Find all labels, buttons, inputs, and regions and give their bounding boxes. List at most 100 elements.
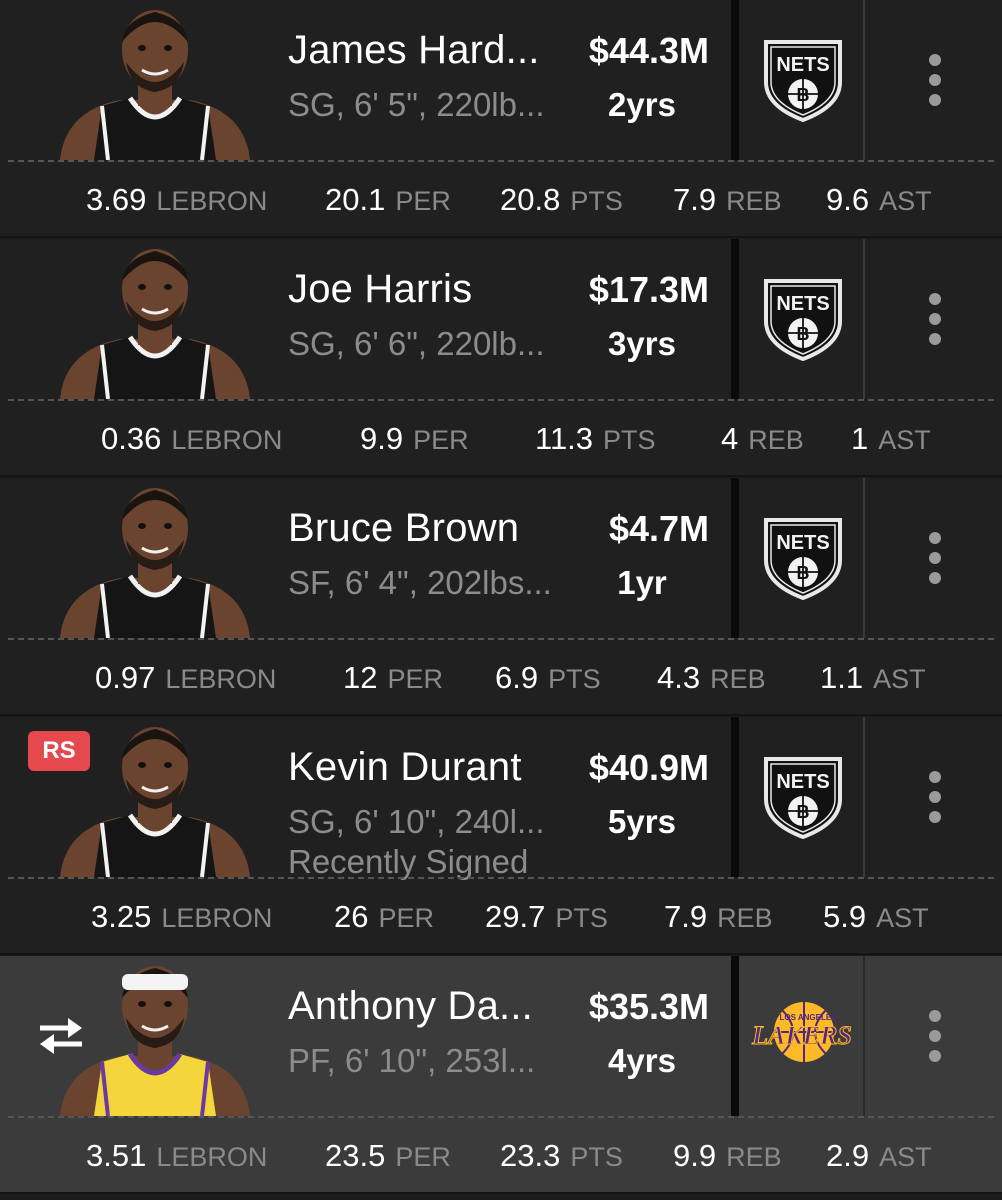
contract-salary: $4.7M [608, 508, 709, 549]
stat-value: 9.6 [826, 182, 870, 217]
menu-dot [929, 333, 941, 345]
column-divider [731, 478, 739, 638]
recently-signed-badge: RS [28, 731, 90, 771]
stat-ast: 1 AST [851, 421, 931, 457]
player-stats: 3.25 LEBRON 26 PER 29.7 PTS 7.9 REB 5.9 AST [0, 881, 1002, 953]
stats-separator [8, 638, 994, 640]
menu-dot [929, 532, 941, 544]
stat-lebron: 3.51 LEBRON [86, 1138, 267, 1174]
stat-lebron: 0.36 LEBRON [101, 421, 282, 457]
menu-dot [929, 1050, 941, 1062]
nets-logo: NETS B [762, 755, 844, 839]
stat-per: 9.9 PER [360, 421, 469, 457]
player-card[interactable]: Anthony Da... PF, 6' 10", 253l... $35.3M 4y… [0, 956, 1002, 1194]
contract-salary: $35.3M [588, 986, 709, 1027]
player-stats: 3.69 LEBRON 20.1 PER 20.8 PTS 7.9 REB 9.6 AST [0, 164, 1002, 236]
stat-label: AST [878, 425, 931, 455]
stats-separator [8, 877, 994, 879]
player-photo [50, 480, 260, 638]
menu-dot [929, 791, 941, 803]
stat-value: 12 [343, 660, 378, 695]
menu-dot [929, 94, 941, 106]
stats-separator [8, 399, 994, 401]
contract-years: 1yr [617, 564, 667, 601]
stat-reb: 4 REB [721, 421, 804, 457]
player-summary: Joe Harris SG, 6' 6", 220lb... $17.3M 3yrs … [0, 239, 1002, 399]
contract-years: 2yrs [608, 86, 676, 123]
menu-dot [929, 572, 941, 584]
stat-ast: 2.9 AST [826, 1138, 932, 1174]
vertical-dots-icon[interactable] [921, 532, 949, 584]
svg-text:B: B [797, 324, 810, 344]
player-stats: 3.51 LEBRON 23.5 PER 23.3 PTS 9.9 REB 2.9 AST [0, 1120, 1002, 1192]
menu-dot [929, 293, 941, 305]
stat-value: 3.69 [86, 182, 147, 217]
stat-label: PTS [570, 1142, 623, 1172]
vertical-dots-icon[interactable] [921, 771, 949, 823]
stat-value: 6.9 [495, 660, 539, 695]
column-divider [731, 717, 739, 877]
menu-dot [929, 1030, 941, 1042]
stat-label: LEBRON [171, 425, 283, 455]
stat-label: REB [710, 664, 766, 694]
player-card[interactable]: Joe Harris SG, 6' 6", 220lb... $17.3M 3yrs … [0, 239, 1002, 477]
player-details: SG, 6' 6", 220lb... [288, 325, 545, 362]
stat-pts: 20.8 PTS [500, 182, 623, 218]
stat-value: 20.8 [500, 182, 561, 217]
player-card[interactable]: James Hard... SG, 6' 5", 220lb... $44.3M 2y… [0, 0, 1002, 238]
stat-value: 4.3 [657, 660, 701, 695]
stat-label: PTS [548, 664, 601, 694]
stat-lebron: 3.69 LEBRON [86, 182, 267, 218]
contract-years: 4yrs [608, 1042, 676, 1079]
stat-per: 23.5 PER [325, 1138, 451, 1174]
contract-years: 3yrs [608, 325, 676, 362]
stat-label: PER [413, 425, 469, 455]
svg-text:NETS: NETS [776, 293, 829, 315]
menu-column [863, 478, 1002, 638]
stat-label: REB [717, 903, 773, 933]
stat-value: 2.9 [826, 1138, 870, 1173]
nets-logo: NETS B [762, 277, 844, 361]
stat-lebron: 0.97 LEBRON [95, 660, 276, 696]
menu-dot [929, 313, 941, 325]
menu-column [863, 239, 1002, 399]
stat-label: LEBRON [156, 186, 268, 216]
player-card[interactable]: RS Kevin Durant SG, 6' 10", 240l... Recentl… [0, 717, 1002, 955]
menu-column [863, 956, 1002, 1116]
player-stats: 0.36 LEBRON 9.9 PER 11.3 PTS 4 REB 1 AST [0, 403, 1002, 475]
menu-dot [929, 74, 941, 86]
stat-value: 7.9 [673, 182, 717, 217]
stat-ast: 9.6 AST [826, 182, 932, 218]
player-photo [50, 2, 260, 160]
player-summary: RS Kevin Durant SG, 6' 10", 240l... Recentl… [0, 717, 1002, 880]
contract-years: 5yrs [608, 803, 676, 840]
vertical-dots-icon[interactable] [921, 293, 949, 345]
stat-label: PTS [603, 425, 656, 455]
stats-separator [8, 160, 994, 162]
player-summary: James Hard... SG, 6' 5", 220lb... $44.3M 2y… [0, 0, 1002, 160]
column-divider [731, 0, 739, 160]
stat-label: LEBRON [156, 1142, 268, 1172]
stat-value: 23.3 [500, 1138, 561, 1173]
stat-value: 3.25 [91, 899, 152, 934]
contract-salary: $17.3M [588, 269, 709, 310]
stat-reb: 7.9 REB [664, 899, 773, 935]
stat-per: 20.1 PER [325, 182, 451, 218]
player-name: Bruce Brown [288, 506, 520, 550]
stat-per: 12 PER [343, 660, 443, 696]
stat-reb: 9.9 REB [673, 1138, 782, 1174]
nets-logo: NETS B [762, 38, 844, 122]
player-card[interactable]: Bruce Brown SF, 6' 4", 202lbs... $4.7M 1yr … [0, 478, 1002, 716]
vertical-dots-icon[interactable] [921, 54, 949, 106]
stat-value: 3.51 [86, 1138, 147, 1173]
swap-arrows-icon[interactable] [34, 1014, 88, 1058]
stat-value: 20.1 [325, 182, 386, 217]
vertical-dots-icon[interactable] [921, 1010, 949, 1062]
player-summary: Bruce Brown SF, 6' 4", 202lbs... $4.7M 1yr … [0, 478, 1002, 638]
player-details: PF, 6' 10", 253l... [288, 1042, 536, 1079]
stat-label: REB [726, 1142, 782, 1172]
stat-label: PTS [555, 903, 608, 933]
nets-logo: NETS B [762, 516, 844, 600]
contract-salary: $40.9M [588, 747, 709, 788]
stat-ast: 1.1 AST [820, 660, 926, 696]
